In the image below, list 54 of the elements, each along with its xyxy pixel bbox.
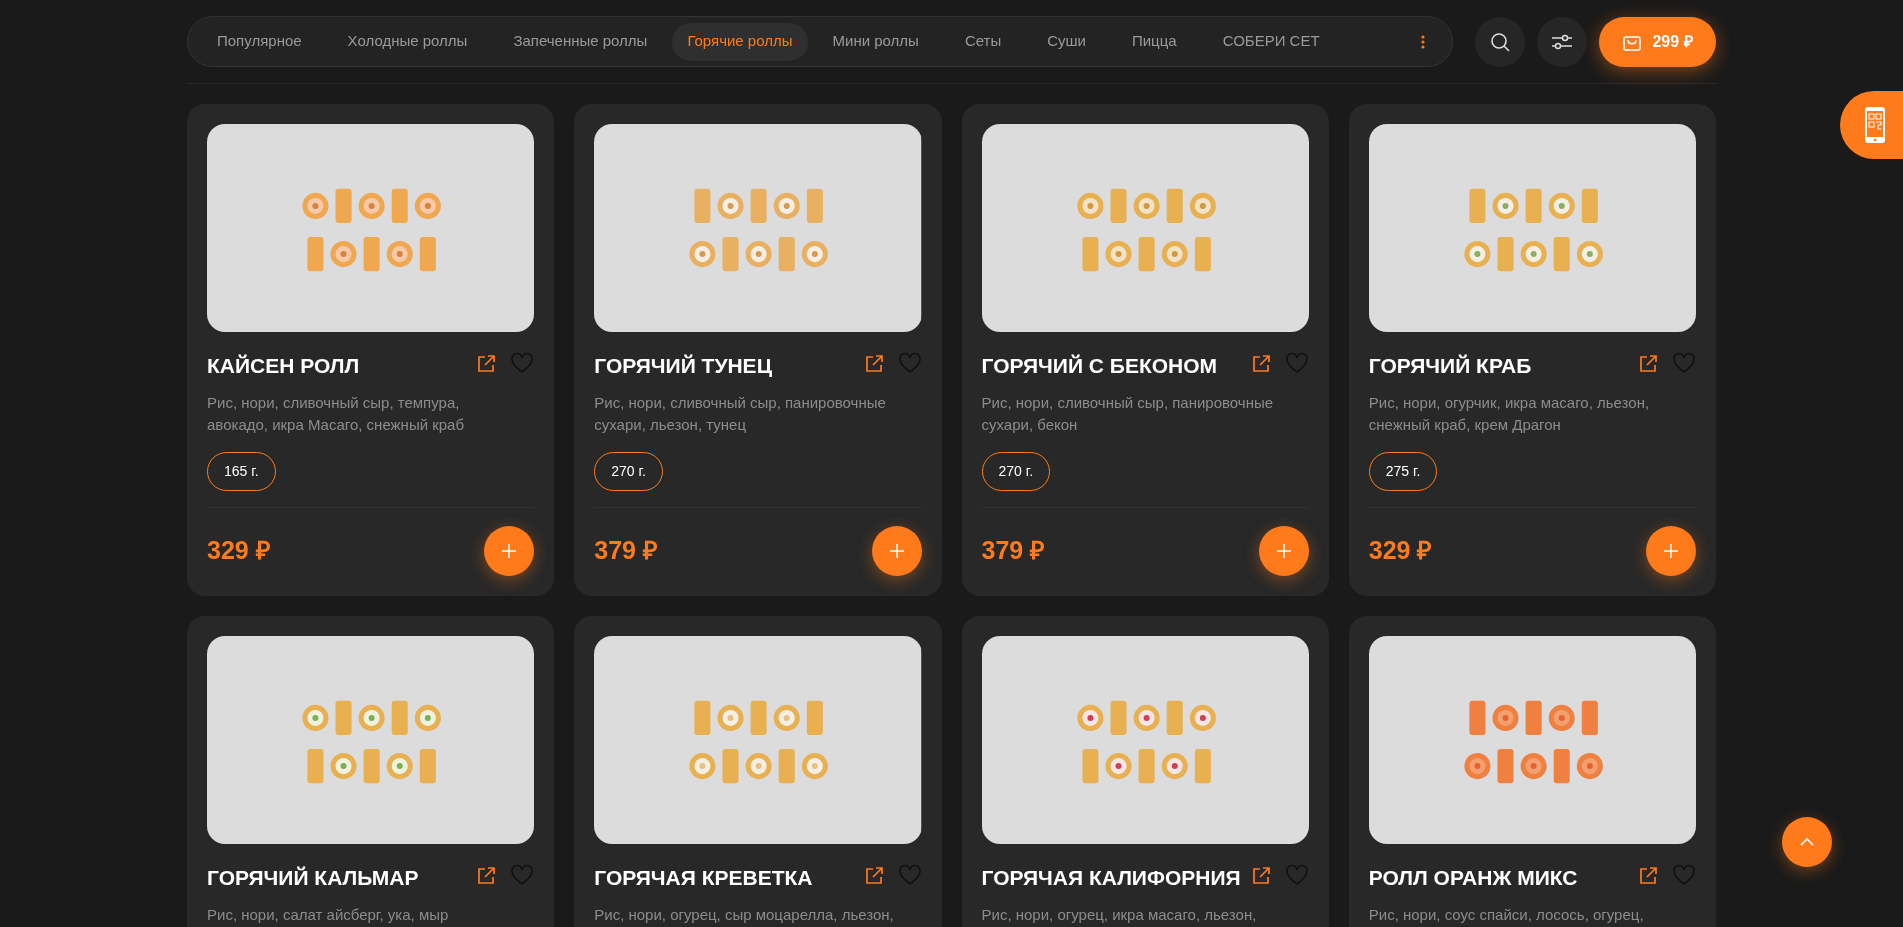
add-to-cart-button[interactable] [484,526,535,576]
external-link-icon[interactable] [863,866,884,886]
product-description: Рис, нори, сливочный сыр, темпура, авокадо, икра Масаго, снежный краб [207,393,466,435]
product-title: ГОРЯЧИЙ КАЛЬМАР [207,865,420,891]
product-description: Рис, нори, сливочный сыр, панировочные сухари, бекон [981,393,1275,435]
scroll-top-button[interactable] [1782,817,1832,867]
add-to-cart-button[interactable] [1258,526,1309,576]
chevron-up-icon [1800,838,1814,846]
phone-qr-icon [1863,106,1886,144]
sliders-icon [1551,33,1573,50]
product-description: Рис, нори, огурец, сыр моцарелла, льезон, [594,905,895,925]
external-link-icon[interactable] [476,866,497,886]
category-tab[interactable]: Сеты [949,22,1017,61]
product-title: КАЙСЕН РОЛЛ [207,353,361,379]
category-tab[interactable]: Популярное [202,22,317,61]
filter-button[interactable] [1537,16,1587,67]
search-button[interactable] [1475,16,1525,67]
category-tab[interactable]: Пицца [1116,22,1192,61]
product-title: ГОРЯЧИЙ КРАБ [1368,353,1533,379]
category-tab[interactable]: СОБЕРИ СЕТ [1207,22,1335,61]
product-title: РОЛЛ ОРАНЖ МИКС [1368,865,1579,891]
add-to-cart-button[interactable] [1646,526,1696,576]
search-icon [1490,31,1510,52]
category-tab[interactable]: Холодные роллы [332,22,483,61]
product-description: Рис, нори, салат айсберг, ука, мыр [207,905,450,925]
product-title: ГОРЯЧАЯ КРЕВЕТКА [594,865,814,891]
category-tab[interactable]: Суши [1032,22,1101,61]
category-tab[interactable]: Мини роллы [817,22,934,61]
add-to-cart-button[interactable] [871,526,922,576]
product-title: ГОРЯЧИЙ ТУНЕЦ [594,353,773,379]
external-link-icon[interactable] [1638,866,1658,886]
price: 329 ₽ [1368,535,1433,567]
external-link-icon[interactable] [1250,866,1271,886]
price: 379 ₽ [594,535,658,567]
category-tab[interactable]: Горячие роллы [672,22,808,61]
product-title: ГОРЯЧАЯ КАЛИФОРНИЯ [981,865,1242,891]
plus-icon [1275,543,1292,559]
plus-icon [1663,543,1679,559]
product-title: ГОРЯЧИЙ С БЕКОНОМ [981,353,1219,379]
external-link-icon[interactable] [1250,354,1271,374]
plus-icon [888,543,905,559]
external-link-icon[interactable] [476,354,497,374]
price: 379 ₽ [981,535,1046,567]
more-icon[interactable] [1420,33,1426,50]
external-link-icon[interactable] [863,354,884,374]
category-tab[interactable]: Запеченные роллы [498,22,663,61]
product-description: Рис, нори, огурец, икра масаго, льезон, [981,905,1258,925]
qr-app-button[interactable] [1840,91,1903,159]
product-description: Рис, нори, огурчик, икра масаго, льезон, снежный краб, крем Драгон [1368,393,1651,435]
price: 329 ₽ [207,535,271,567]
plus-icon [501,543,518,559]
product-description: Рис, нори, соус спайси, лосось, огурец, [1368,905,1645,925]
product-description: Рис, нори, сливочный сыр, панировочные сухари, льезон, тунец [594,393,887,435]
external-link-icon[interactable] [1638,354,1658,374]
